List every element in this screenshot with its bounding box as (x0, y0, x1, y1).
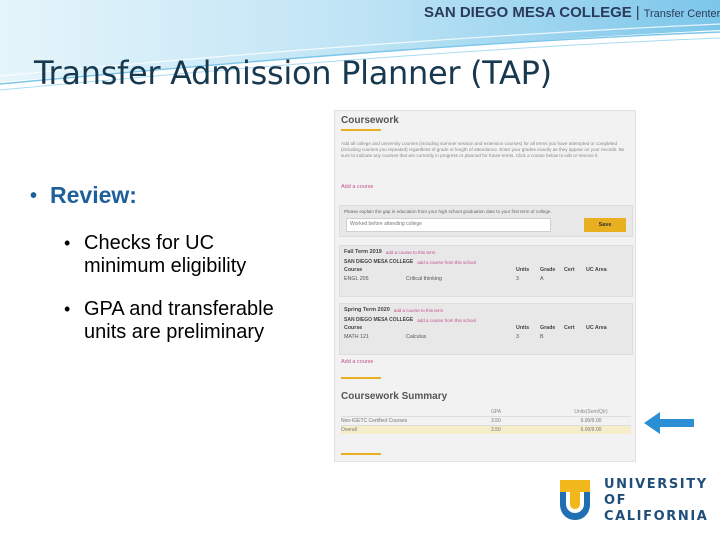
course-table-header: Course Units Grade Cert UC Area (344, 324, 607, 331)
uc-wordmark: UNIVERSITY OF CALIFORNIA (604, 477, 708, 525)
sub-bullet-eligibility: • Checks for UC minimum eligibility (64, 232, 330, 278)
bullet-dot-icon: • (64, 233, 71, 253)
add-course-to-term-link[interactable]: add a course to this term (394, 308, 444, 313)
add-course-from-school-link[interactable]: add a course from this school (417, 318, 476, 323)
term-name: Spring Term 2020 (344, 307, 390, 313)
save-button[interactable]: Save (584, 218, 626, 232)
bullet-dot-icon: • (64, 299, 71, 319)
add-course-link[interactable]: Add a course (341, 184, 373, 190)
term-block-fall-2019: Fall Term 2019 add a course to this term… (339, 245, 633, 297)
bottom-accent (341, 453, 381, 455)
coursework-screenshot: Coursework Add all college and universit… (334, 110, 636, 462)
coursework-title: Coursework (341, 115, 399, 126)
coursework-header: Coursework (341, 115, 399, 131)
course-table-header: Course Units Grade Cert UC Area (344, 266, 607, 273)
summary-accent (341, 377, 381, 379)
coursework-intro: Add all college and university courses (… (341, 141, 625, 158)
bullet-list: • Review: • Checks for UC minimum eligib… (30, 182, 330, 344)
brand-school: SAN DIEGO MESA COLLEGE (424, 4, 632, 21)
gap-prompt: Please explain the gap in education from… (344, 209, 552, 214)
arrow-left-icon (644, 412, 694, 434)
gap-explanation-box: Please explain the gap in education from… (339, 205, 633, 237)
bullet-review-label: Review: (50, 182, 137, 208)
summary-row: Non-IGETC Certified Courses 3.50 6.00/9.00 (341, 416, 631, 425)
school-name: SAN DIEGO MESA COLLEGE (344, 317, 414, 323)
uc-line-california: CALIFORNIA (604, 509, 709, 524)
summary-header-row: GPA Units(Sem/Qtr) (491, 408, 608, 415)
summary-row-overall: Overall 3.50 6.00/9.00 (341, 425, 631, 434)
sub-bullet-label: Checks for UC minimum eligibility (84, 232, 247, 277)
add-course-link-bottom[interactable]: Add a course (341, 359, 373, 365)
brand-logo: SAN DIEGO MESA COLLEGE | Transfer Center (424, 4, 720, 21)
bullet-review: • Review: (30, 182, 330, 210)
term-block-spring-2020: Spring Term 2020 add a course to this te… (339, 303, 633, 355)
summary-table: GPA Units(Sem/Qtr) Non-IGETC Certified Co… (341, 407, 631, 434)
uc-line-of: OF (604, 493, 628, 508)
uc-seal-icon (560, 480, 590, 520)
brand-center: Transfer Center (643, 8, 720, 20)
course-row[interactable]: ENGL 205 Critical thinking 3 A (344, 274, 628, 283)
bullet-dot-icon: • (30, 185, 38, 207)
uc-line-university: UNIVERSITY (604, 477, 708, 492)
add-course-to-term-link[interactable]: add a course to this term (386, 250, 436, 255)
sub-bullet-gpa: • GPA and transferable units are prelimi… (64, 298, 330, 344)
sub-bullet-label: GPA and transferable units are prelimina… (84, 298, 274, 343)
summary-title: Coursework Summary (341, 391, 448, 402)
school-name: SAN DIEGO MESA COLLEGE (344, 259, 414, 265)
add-course-from-school-link[interactable]: add a course from this school (417, 260, 476, 265)
term-name: Fall Term 2019 (344, 249, 382, 255)
slide-title: Transfer Admission Planner (TAP) (34, 54, 552, 92)
course-row[interactable]: MATH 121 Calculus 3 B (344, 332, 628, 341)
gap-explanation-input[interactable]: Worked before attending college (346, 218, 551, 232)
title-accent (341, 129, 381, 131)
